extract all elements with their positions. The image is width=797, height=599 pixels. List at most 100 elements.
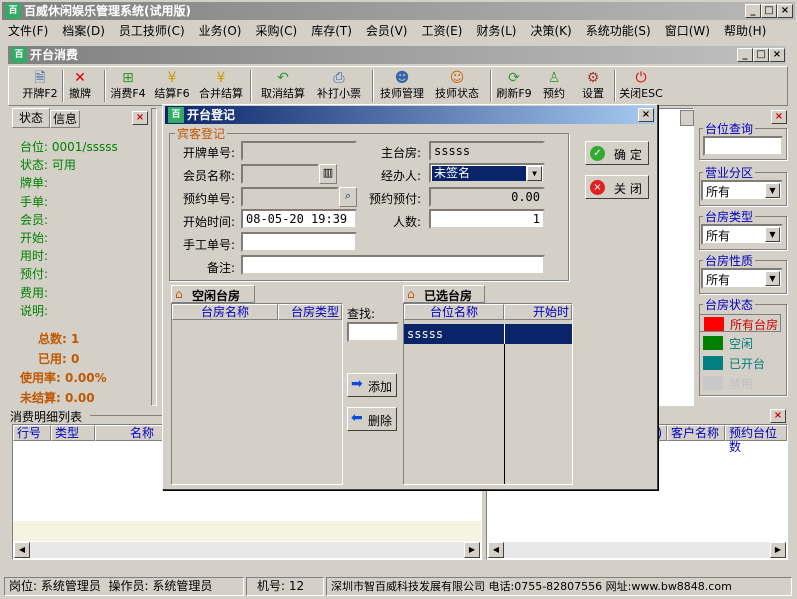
status-item[interactable]: 已开台 (699, 354, 781, 372)
menu-item[interactable]: 员工技师(C) (119, 24, 185, 38)
handler-select[interactable]: 未签名 ▼ (429, 163, 545, 183)
col-start-time[interactable]: 开始时 (504, 304, 572, 320)
menu-item[interactable]: 财务(L) (476, 24, 516, 38)
free-rooms-table: 台房名称 台房类型 (171, 303, 343, 485)
menu-item[interactable]: 帮助(H) (724, 24, 766, 38)
toolbar-button-7[interactable]: ☻ 技师管理 (376, 70, 428, 104)
toolbar-button-9[interactable]: ⟳ 刷新F9 (494, 70, 534, 104)
col-line-no[interactable]: 行号 (13, 425, 51, 441)
toolbar-label: 预约 (543, 87, 565, 100)
maximize-button[interactable]: □ (761, 4, 777, 18)
free-rooms-tab[interactable]: ⌂ 空闲台房 (171, 285, 255, 303)
people-label: 人数: (393, 215, 422, 229)
menu-item[interactable]: 工资(E) (421, 24, 462, 38)
toolbar-button-11[interactable]: ⚙ 设置 (578, 70, 608, 104)
col-room-type[interactable]: 台房类型 (278, 304, 342, 320)
toolbar-button-6[interactable]: ⎙ 补打小票 (312, 70, 366, 104)
menu-item[interactable]: 会员(V) (366, 24, 408, 38)
menu-item[interactable]: 业务(O) (199, 24, 242, 38)
note-field[interactable] (241, 255, 545, 275)
info-line: 预付: (20, 267, 49, 282)
nature-select[interactable]: 所有 ▼ (701, 268, 783, 289)
scroll-left-icon[interactable]: ◀ (488, 542, 504, 558)
selected-row[interactable]: sssss (404, 324, 572, 344)
reserve-no-label: 预约单号: (183, 192, 236, 206)
child-minimize-button[interactable]: _ (737, 48, 753, 62)
reservation-scrollbar[interactable]: ◀ ▶ (488, 542, 786, 558)
splitter[interactable] (151, 108, 157, 406)
right-panel-close-button[interactable]: × (771, 110, 787, 124)
open-no-field[interactable] (241, 141, 357, 161)
menu-item[interactable]: 档案(D) (62, 24, 105, 38)
menu-item[interactable]: 窗口(W) (665, 24, 710, 38)
main-room-field[interactable]: sssss (429, 141, 545, 161)
col-room-name[interactable]: 台房名称 (172, 304, 278, 320)
child-close-button[interactable]: × (769, 48, 785, 62)
col-seat-name[interactable]: 台位名称 (404, 304, 504, 320)
panel-close-button[interactable]: × (132, 111, 148, 125)
check-icon: ✓ (590, 146, 605, 161)
scroll-right-icon[interactable]: ▶ (770, 542, 786, 558)
menu-item[interactable]: 库存(T) (311, 24, 352, 38)
minimize-button[interactable]: _ (745, 4, 761, 18)
lookup-icon[interactable]: ⌕ (339, 187, 357, 207)
toolbar-button-5[interactable]: ↶ 取消结算 (256, 70, 310, 104)
member-field[interactable] (241, 164, 319, 184)
delete-button[interactable]: ⬅ 删除 (347, 407, 397, 431)
member-label: 会员名称: (183, 169, 236, 183)
power-icon: ⏻ (635, 70, 647, 86)
printer-icon: ⎙ (333, 70, 345, 86)
toolbar-button-8[interactable]: ☺ 技师状态 (432, 70, 482, 104)
close-button[interactable]: × (777, 4, 793, 18)
tab-status[interactable]: 状态 (12, 108, 50, 128)
chevron-down-icon[interactable]: ▼ (765, 183, 780, 198)
col-customer[interactable]: 客户名称 (667, 425, 725, 441)
zone-select[interactable]: 所有 ▼ (701, 180, 783, 201)
stat-line: 未结算: 0.00 (20, 390, 95, 405)
toolbar-button-3[interactable]: ¥ 结算F6 (152, 70, 192, 104)
barcode-icon[interactable]: ▥ (319, 164, 337, 184)
menu-item[interactable]: 文件(F) (8, 24, 48, 38)
ok-button[interactable]: ✓ 确 定 (585, 141, 649, 165)
people-field[interactable]: 1 (429, 209, 545, 229)
col-type[interactable]: 类型 (51, 425, 95, 441)
scroll-right-icon[interactable]: ▶ (464, 542, 480, 558)
manual-no-field[interactable] (241, 232, 357, 252)
seat-query-input[interactable] (703, 136, 783, 156)
selected-rooms-tab[interactable]: ⌂ 已选台房 (403, 285, 485, 303)
status-item[interactable]: 空闲 (699, 334, 781, 352)
type-select[interactable]: 所有 ▼ (701, 224, 783, 245)
search-input[interactable] (347, 322, 399, 342)
status-item[interactable]: 禁用 (699, 374, 781, 392)
add-button[interactable]: ➡ 添加 (347, 373, 397, 397)
chevron-down-icon[interactable]: ▼ (765, 227, 780, 242)
menu-item[interactable]: 系统功能(S) (586, 24, 651, 38)
toolbar-button-12[interactable]: ⏻ 关闭ESC (618, 70, 664, 104)
menu-item[interactable]: 决策(K) (531, 24, 572, 38)
handler-value: 未签名 (432, 166, 526, 181)
search-label: 查找: (347, 307, 376, 321)
status-item[interactable]: 所有台房 (699, 314, 781, 332)
reservation-close-button[interactable]: × (770, 409, 786, 423)
reserve-no-field[interactable] (241, 187, 339, 207)
toolbar-button-10[interactable]: ♙ 预约 (540, 70, 568, 104)
toolbar-button-1[interactable]: ✕ 撤牌 (66, 70, 94, 104)
toolbar-label: 技师状态 (435, 87, 479, 100)
col-reserve-count[interactable]: 预约台位数 (725, 425, 787, 454)
dialog-close-button[interactable]: × (638, 108, 654, 122)
toolbar-button-4[interactable]: ¥ 合并结算 (196, 70, 246, 104)
close-dialog-button[interactable]: × 关 闭 (585, 175, 649, 199)
chevron-down-icon[interactable]: ▼ (527, 166, 542, 181)
chevron-down-icon[interactable]: ▼ (765, 271, 780, 286)
grid-scroll-thumb[interactable] (680, 110, 694, 126)
scroll-left-icon[interactable]: ◀ (14, 542, 30, 558)
toolbar-button-2[interactable]: ⊞ 消费F4 (108, 70, 148, 104)
child-maximize-button[interactable]: □ (753, 48, 769, 62)
stats-list: 总数: 1 已用: 0 使用率: 0.00% 未结算: 0.00 (20, 330, 148, 408)
detail-scrollbar[interactable]: ◀ ▶ (14, 542, 480, 558)
reserve-pay-field[interactable]: 0.00 (429, 187, 545, 207)
toolbar-button-0[interactable]: 🗎 开牌F2 (20, 70, 60, 104)
menu-item[interactable]: 采购(C) (255, 24, 297, 38)
start-time-field[interactable]: 08-05-20 19:39 (241, 209, 357, 229)
tab-info[interactable]: 信息 (50, 110, 80, 128)
